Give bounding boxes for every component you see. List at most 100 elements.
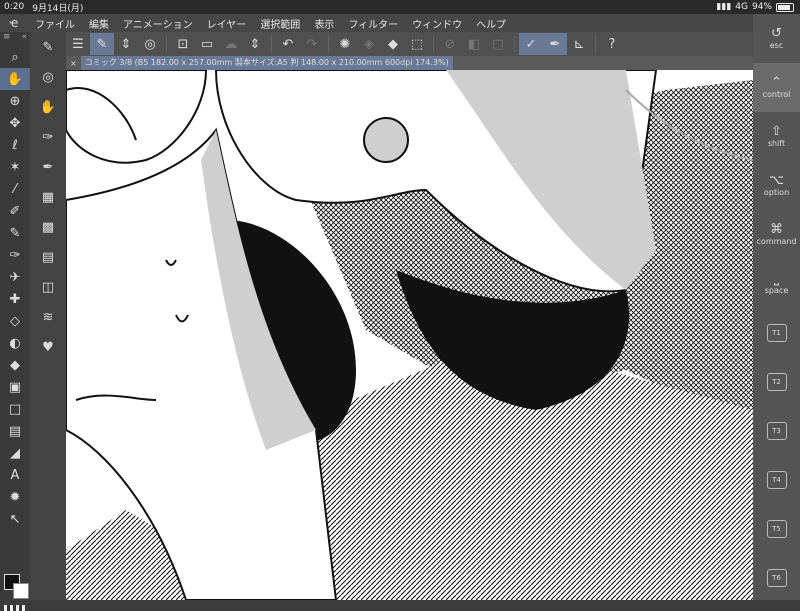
key-t3-label: T3	[766, 421, 787, 440]
brush-stabilizer-icon[interactable]: ✒	[543, 33, 567, 55]
menu-window[interactable]: ウィンドウ	[405, 16, 469, 31]
favorites-icon[interactable]: ♥	[30, 332, 66, 362]
pencil-icon[interactable]: ✎	[0, 222, 30, 244]
key-t6-label: T6	[766, 568, 787, 587]
background-color-swatch[interactable]	[13, 583, 29, 599]
move-icon[interactable]: ✥	[0, 112, 30, 134]
open-folder-icon[interactable]: ▭	[195, 33, 219, 55]
key-t4[interactable]: T4	[753, 455, 800, 504]
updown-icon[interactable]: ⇕	[243, 33, 267, 55]
key-t2-label: T2	[766, 372, 787, 391]
layer-properties-icon[interactable]: ▦	[30, 182, 66, 212]
zoom-icon[interactable]: ⌕	[0, 46, 30, 68]
menu-edit[interactable]: 編集	[82, 16, 116, 31]
key-t2[interactable]: T2	[753, 357, 800, 406]
menu-help[interactable]: ヘルプ	[469, 16, 513, 31]
menu-file[interactable]: ファイル	[28, 16, 82, 31]
balloon-icon[interactable]: ✹	[0, 486, 30, 508]
key-t1[interactable]: T1	[753, 308, 800, 357]
decoration-icon[interactable]: ✚	[0, 288, 30, 310]
signal-icon: ▮▮▮	[716, 2, 732, 12]
key-t5-label: T5	[766, 519, 787, 538]
material-icon[interactable]: ▤	[30, 242, 66, 272]
menu-view[interactable]: 表示	[307, 16, 341, 31]
document-tab-bar: × コミック 3/8 (B5 182.00 x 257.00mm 製本サイズ:A…	[66, 56, 753, 70]
status-date: 9月14日(月)	[32, 3, 84, 14]
airbrush-icon[interactable]: ✈	[0, 266, 30, 288]
frame-icon[interactable]: ▢	[486, 33, 510, 55]
zoom-subtool-icon[interactable]: ◎	[30, 62, 66, 92]
object-icon[interactable]: ⊕	[0, 90, 30, 112]
key-command-label: command	[756, 237, 797, 246]
key-option[interactable]: ⌥ option	[753, 161, 800, 210]
menu-animation[interactable]: アニメーション	[116, 16, 200, 31]
menu-filter[interactable]: フィルター	[341, 16, 405, 31]
save-icon[interactable]: ☁	[219, 33, 243, 55]
gradient-icon[interactable]: ▣	[0, 376, 30, 398]
brush-subtool-icon[interactable]: ✑	[30, 122, 66, 152]
key-space-label: space	[764, 286, 789, 295]
redo-icon[interactable]: ↷	[300, 33, 324, 55]
pen-stabilizer-icon[interactable]: ✓	[519, 33, 543, 55]
key-control-label: control	[762, 90, 791, 99]
loading-icon[interactable]: ✺	[333, 33, 357, 55]
key-t4-label: T4	[766, 470, 787, 489]
network-label: 4G	[735, 2, 748, 12]
key-t6[interactable]: T6	[753, 553, 800, 602]
layers-icon[interactable]: ≋	[30, 302, 66, 332]
key-t3[interactable]: T3	[753, 406, 800, 455]
menu-selection[interactable]: 選択範囲	[253, 16, 307, 31]
transparent-color-swatch[interactable]	[4, 605, 26, 611]
eyedropper-icon[interactable]: ⁄	[0, 178, 30, 200]
transform-icon[interactable]: ◈	[357, 33, 381, 55]
hand-icon[interactable]: ✋	[0, 68, 30, 90]
key-command[interactable]: ⌘ command	[753, 210, 800, 259]
fill-icon[interactable]: ◆	[381, 33, 405, 55]
erase-icon[interactable]: ◧	[462, 33, 486, 55]
eraser-icon[interactable]: ◇	[0, 310, 30, 332]
spiral-icon[interactable]: ◎	[138, 33, 162, 55]
separator	[271, 36, 272, 52]
pen-icon[interactable]: ✐	[0, 200, 30, 222]
ruler-tool-icon[interactable]: ◢	[0, 442, 30, 464]
fill-icon[interactable]: ◆	[0, 354, 30, 376]
key-shift[interactable]: ⇧ shift	[753, 112, 800, 161]
key-control[interactable]: ⌃ control	[753, 63, 800, 112]
blend-icon[interactable]: ◐	[0, 332, 30, 354]
key-space[interactable]: ⎵ space	[753, 259, 800, 308]
hamburger-icon[interactable]: ☰	[66, 33, 90, 55]
app-logo-icon[interactable]: ҽ	[0, 16, 28, 30]
menu-layer[interactable]: レイヤー	[200, 16, 254, 31]
collapse-bar[interactable]: ≡ «	[0, 32, 30, 46]
brush-icon[interactable]: ✑	[0, 244, 30, 266]
lasso-icon[interactable]: ℓ	[0, 134, 30, 156]
figure-icon[interactable]: □	[0, 398, 30, 420]
text-icon[interactable]: A	[0, 464, 30, 486]
key-esc[interactable]: ↺ esc	[753, 14, 800, 63]
undo-icon[interactable]: ↶	[276, 33, 300, 55]
select-icon[interactable]: ⬚	[405, 33, 429, 55]
status-bar: 0:20 9月14日(月) ▮▮▮ 4G 94%	[0, 0, 800, 14]
tool-palette: ≡ « ⌕ ✋ ⊕ ✥ ℓ ✶ ⁄ ✐ ✎ ✑ ✈ ✚ ◇ ◐ ◆ ▣ □ ▤ ◢…	[0, 32, 30, 611]
navigator-icon[interactable]: ▩	[30, 212, 66, 242]
hand-subtool-icon[interactable]: ✋	[30, 92, 66, 122]
nib-subtool-icon[interactable]: ✒	[30, 152, 66, 182]
toggle-icon[interactable]: ⇕	[114, 33, 138, 55]
key-t5[interactable]: T5	[753, 504, 800, 553]
close-icon[interactable]: ×	[66, 59, 81, 68]
pen-subtool-icon[interactable]: ✎	[30, 32, 66, 62]
help-icon[interactable]: ?	[600, 33, 624, 55]
drawing-canvas[interactable]	[66, 70, 753, 600]
new-document-icon[interactable]: ⊡	[171, 33, 195, 55]
ruler-icon[interactable]: ⊾	[567, 33, 591, 55]
key-shift-label: shift	[767, 139, 786, 148]
draw-mode-icon[interactable]: ✎	[90, 33, 114, 55]
frame-border-icon[interactable]: ▤	[0, 420, 30, 442]
document-tab[interactable]: コミック 3/8 (B5 182.00 x 257.00mm 製本サイズ:A5 …	[80, 56, 453, 70]
command-icon: ⌘	[770, 222, 783, 237]
magic-wand-icon[interactable]: ✶	[0, 156, 30, 178]
layer-3d-icon[interactable]: ◫	[30, 272, 66, 302]
correct-line-icon[interactable]: ↖	[0, 508, 30, 530]
clear-icon[interactable]: ⊘	[438, 33, 462, 55]
esc-icon: ↺	[771, 26, 782, 41]
